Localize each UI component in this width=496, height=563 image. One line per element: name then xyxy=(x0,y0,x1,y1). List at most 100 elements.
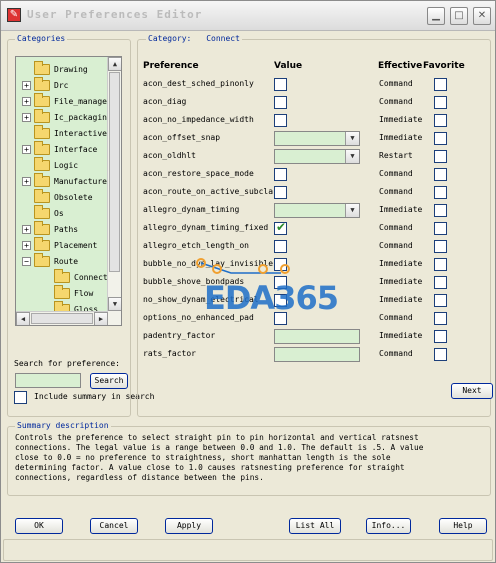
favorite-checkbox[interactable] xyxy=(434,348,447,361)
button-bar xyxy=(7,507,491,535)
value-text-field[interactable] xyxy=(274,329,360,344)
tree-item[interactable]: + Interface xyxy=(22,140,97,157)
expander-icon[interactable]: + xyxy=(22,240,31,250)
title-bar[interactable]: ✎ User Preferences Editor ▁ □ ✕ xyxy=(1,1,495,31)
effective-value: Immediate xyxy=(379,205,423,214)
tree-item[interactable]: − Route xyxy=(22,252,78,269)
effective-value: Command xyxy=(379,223,413,232)
watermark-graphic xyxy=(196,258,290,274)
value-checkbox[interactable] xyxy=(274,96,287,109)
chevron-down-icon[interactable]: ▼ xyxy=(345,204,359,217)
tree-item[interactable]: Os xyxy=(22,204,64,221)
favorite-checkbox[interactable] xyxy=(434,312,447,325)
value-text-field[interactable] xyxy=(274,347,360,362)
summary-line: Controls the preference to select straig… xyxy=(15,433,419,442)
favorite-checkbox[interactable] xyxy=(434,132,447,145)
scroll-left-icon[interactable]: ◀ xyxy=(16,312,30,325)
favorite-checkbox[interactable] xyxy=(434,168,447,181)
scroll-thumb[interactable] xyxy=(109,72,120,272)
category-tree[interactable]: Drawing + Drc + File_management + Ic_packaging… xyxy=(15,56,122,326)
favorite-checkbox[interactable] xyxy=(434,78,447,91)
expander-icon[interactable]: + xyxy=(22,112,31,122)
tree-item[interactable]: + Drc xyxy=(22,76,68,93)
expander-icon[interactable]: + xyxy=(22,144,31,154)
chevron-down-icon[interactable]: ▼ xyxy=(345,132,359,145)
scroll-right-icon[interactable]: ▶ xyxy=(94,312,108,325)
favorite-checkbox[interactable] xyxy=(434,150,447,163)
expander-icon[interactable]: + xyxy=(22,80,31,90)
favorite-checkbox[interactable] xyxy=(434,222,447,235)
cancel-button[interactable]: Cancel xyxy=(90,518,138,534)
summary-label: Summary description xyxy=(15,421,111,430)
ok-button[interactable]: OK xyxy=(15,518,63,534)
favorite-checkbox[interactable] xyxy=(434,276,447,289)
watermark-text: EDA365 xyxy=(204,279,339,317)
expander-icon[interactable]: − xyxy=(22,256,31,266)
tree-item[interactable]: + Manufacture xyxy=(22,172,107,189)
folder-icon xyxy=(34,92,50,107)
favorite-checkbox[interactable] xyxy=(434,240,447,253)
window-title: User Preferences Editor xyxy=(27,8,203,21)
tree-item[interactable]: + Ic_packaging xyxy=(22,108,112,125)
folder-icon xyxy=(34,124,50,139)
favorite-checkbox[interactable] xyxy=(434,204,447,217)
preference-name: acon_oldhlt xyxy=(143,151,196,160)
favorite-checkbox[interactable] xyxy=(434,96,447,109)
help-button[interactable]: Help xyxy=(439,518,487,534)
tree-horizontal-scrollbar[interactable]: ◀ ▶ xyxy=(16,311,108,325)
tree-item[interactable]: Connect xyxy=(42,268,108,285)
preferences-window: ✎ User Preferences Editor ▁ □ ✕ Categori… xyxy=(0,0,496,563)
expander-icon[interactable]: + xyxy=(22,224,31,234)
preference-name: acon_offset_snap xyxy=(143,133,221,142)
value-checkbox[interactable] xyxy=(274,114,287,127)
favorite-checkbox[interactable] xyxy=(434,186,447,199)
info-button[interactable]: Info... xyxy=(366,518,411,534)
summary-line: close to 0.0 = no preference to straight… xyxy=(15,453,391,462)
chevron-down-icon[interactable]: ▼ xyxy=(345,150,359,163)
include-summary-checkbox[interactable] xyxy=(14,391,27,404)
expander-icon[interactable]: + xyxy=(22,96,31,106)
preference-name: acon_restore_space_mode xyxy=(143,169,254,178)
scroll-down-icon[interactable]: ▼ xyxy=(108,297,121,311)
tree-item[interactable]: Interactive xyxy=(22,124,107,141)
app-icon: ✎ xyxy=(7,8,21,22)
value-checkbox[interactable] xyxy=(274,78,287,91)
favorite-checkbox[interactable] xyxy=(434,330,447,343)
expander-icon[interactable]: + xyxy=(22,176,31,186)
tree-item[interactable]: Flow xyxy=(42,284,93,301)
folder-icon xyxy=(34,220,50,235)
folder-icon xyxy=(34,204,50,219)
tree-item[interactable]: Logic xyxy=(22,156,78,173)
search-input[interactable] xyxy=(15,373,81,388)
effective-value: Restart xyxy=(379,151,413,160)
value-checkbox[interactable] xyxy=(274,168,287,181)
search-button[interactable]: Search xyxy=(90,373,128,389)
value-dropdown[interactable]: ▼ xyxy=(274,149,360,164)
close-button[interactable]: ✕ xyxy=(473,7,491,25)
apply-button[interactable]: Apply xyxy=(165,518,213,534)
tree-item-label: Interactive xyxy=(54,128,107,138)
value-dropdown[interactable]: ▼ xyxy=(274,203,360,218)
value-dropdown[interactable]: ▼ xyxy=(274,131,360,146)
list-all-button[interactable]: List All xyxy=(289,518,341,534)
favorite-checkbox[interactable] xyxy=(434,294,447,307)
favorite-checkbox[interactable] xyxy=(434,114,447,127)
folder-icon xyxy=(34,60,50,75)
tree-item[interactable]: Drawing xyxy=(22,60,88,77)
tree-item[interactable]: Obsolete xyxy=(22,188,93,205)
effective-value: Immediate xyxy=(379,259,423,268)
next-button[interactable]: Next xyxy=(451,383,493,399)
effective-value: Immediate xyxy=(379,133,423,142)
tree-vertical-scrollbar[interactable]: ▲ ▼ xyxy=(107,57,121,325)
hscroll-thumb[interactable] xyxy=(31,313,93,324)
value-checkbox[interactable] xyxy=(274,186,287,199)
tree-item[interactable]: + Placement xyxy=(22,236,97,253)
preference-name: rats_factor xyxy=(143,349,196,358)
scroll-up-icon[interactable]: ▲ xyxy=(108,57,121,71)
favorite-checkbox[interactable] xyxy=(434,258,447,271)
tree-item[interactable]: + Paths xyxy=(22,220,78,237)
effective-value: Command xyxy=(379,349,413,358)
maximize-button[interactable]: □ xyxy=(450,7,468,25)
value-checkbox[interactable] xyxy=(274,220,287,235)
minimize-button[interactable]: ▁ xyxy=(427,7,445,25)
